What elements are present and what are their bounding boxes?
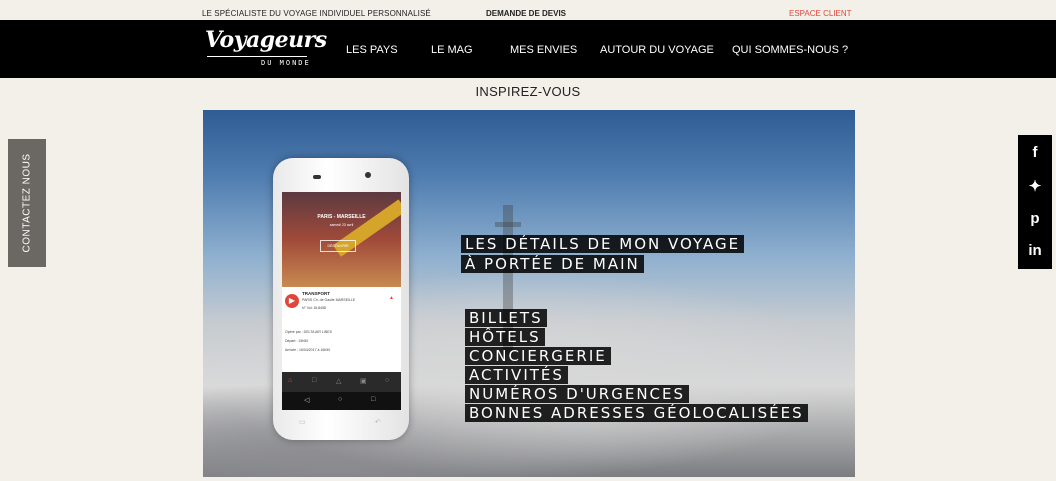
nav-item-autour-du-voyage[interactable]: AUTOUR DU VOYAGE bbox=[600, 44, 714, 56]
section-title: INSPIREZ-VOUS bbox=[475, 84, 581, 99]
pinterest-icon[interactable]: p bbox=[1018, 210, 1052, 227]
nav-item-les-pays[interactable]: LES PAYS bbox=[346, 44, 398, 56]
phone-mockup: PARIS - MARSEILLE samedi 23 avril DÉCOUV… bbox=[273, 158, 409, 440]
back-icon: ◁ bbox=[304, 397, 310, 404]
home-icon: ⌂ bbox=[288, 377, 293, 384]
contact-us-tab[interactable]: CONTACTEZ NOUS bbox=[8, 139, 46, 267]
transport-route: PARIS Ch. de Gaulle MARSEILLE bbox=[302, 298, 356, 302]
hero-feature: ACTIVITÉS bbox=[465, 366, 568, 384]
people-icon: △ bbox=[336, 378, 342, 385]
transport-play-icon: ▶ bbox=[285, 294, 299, 308]
twitter-icon[interactable]: ✦ bbox=[1018, 177, 1052, 195]
hero-banner[interactable]: PARIS - MARSEILLE samedi 23 avril DÉCOUV… bbox=[203, 110, 855, 477]
hero-headline-line-2: À PORTÉE DE MAIN bbox=[461, 255, 644, 273]
transport-detail: Opéré par : DELTA AIR LINES bbox=[285, 330, 332, 334]
hero-headline-line-1: LES DÉTAILS DE MON VOYAGE bbox=[461, 235, 745, 253]
logo-underline bbox=[207, 56, 307, 57]
profile-icon: ○ bbox=[385, 377, 390, 384]
calendar-icon: ▣ bbox=[360, 378, 367, 385]
screen-header-image: PARIS - MARSEILLE samedi 23 avril DÉCOUV… bbox=[282, 192, 401, 287]
top-utility-bar: LE SPÉCIALISTE DU VOYAGE INDIVIDUEL PERS… bbox=[0, 0, 1056, 20]
document-icon: □ bbox=[312, 377, 317, 384]
screen-transport-card: ▶ TRANSPORT PARIS Ch. de Gaulle MARSEILL… bbox=[282, 287, 401, 327]
nav-item-mes-envies[interactable]: MES ENVIES bbox=[510, 44, 577, 56]
screen-android-nav: ◁ ○ □ bbox=[282, 392, 401, 410]
phone-speaker bbox=[313, 175, 321, 179]
transport-title: TRANSPORT bbox=[302, 291, 330, 296]
linkedin-icon[interactable]: in bbox=[1018, 242, 1052, 259]
transport-detail: Arrivée : 16/04/2017 à 16h50 bbox=[285, 348, 331, 352]
hardware-back-icon: ↶ bbox=[375, 419, 381, 426]
hero-feature: BONNES ADRESSES GÉOLOCALISÉES bbox=[465, 404, 808, 422]
hero-feature: NUMÉROS D'URGENCES bbox=[465, 385, 690, 403]
main-navigation: Voyageurs DU MONDE LES PAYS LE MAG MES E… bbox=[0, 20, 1056, 78]
phone-camera bbox=[365, 172, 371, 178]
home-circle-icon: ○ bbox=[338, 396, 343, 403]
logo-wordmark: Voyageurs bbox=[205, 27, 327, 53]
nav-item-le-mag[interactable]: LE MAG bbox=[431, 44, 473, 56]
hero-feature: CONCIERGERIE bbox=[465, 347, 611, 365]
chevron-up-icon: ▲ bbox=[389, 295, 394, 301]
site-logo[interactable]: Voyageurs DU MONDE bbox=[205, 27, 327, 71]
hardware-recent-icon: ▭ bbox=[299, 419, 306, 426]
nav-item-qui-sommes-nous[interactable]: QUI SOMMES-NOUS ? bbox=[732, 44, 848, 56]
phone-screen: PARIS - MARSEILLE samedi 23 avril DÉCOUV… bbox=[282, 192, 401, 410]
hero-feature: HÔTELS bbox=[465, 328, 545, 346]
screen-date: samedi 23 avril bbox=[329, 223, 354, 227]
hero-feature: BILLETS bbox=[465, 309, 547, 327]
client-area-link[interactable]: ESPACE CLIENT bbox=[789, 9, 852, 18]
logo-subtitle: DU MONDE bbox=[261, 59, 311, 67]
bridge-crossbar bbox=[495, 222, 521, 227]
tagline: LE SPÉCIALISTE DU VOYAGE INDIVIDUEL PERS… bbox=[202, 9, 431, 18]
recent-apps-icon: □ bbox=[371, 396, 376, 403]
screen-tab-bar: ⌂ □ △ ▣ ○ bbox=[282, 372, 401, 392]
transport-detail: Départ : 15h50 bbox=[285, 339, 309, 343]
facebook-icon[interactable]: f bbox=[1018, 144, 1052, 161]
screen-discover-button: DÉCOUVRIR bbox=[320, 240, 356, 252]
contact-us-label: CONTACTEZ NOUS bbox=[21, 153, 33, 253]
transport-flight-number: N° Vol: DL8458 bbox=[302, 306, 326, 310]
screen-route: PARIS - MARSEILLE bbox=[317, 214, 366, 220]
social-share-bar: f ✦ p in bbox=[1018, 135, 1052, 269]
quote-request-link[interactable]: DEMANDE DE DEVIS bbox=[486, 9, 566, 18]
